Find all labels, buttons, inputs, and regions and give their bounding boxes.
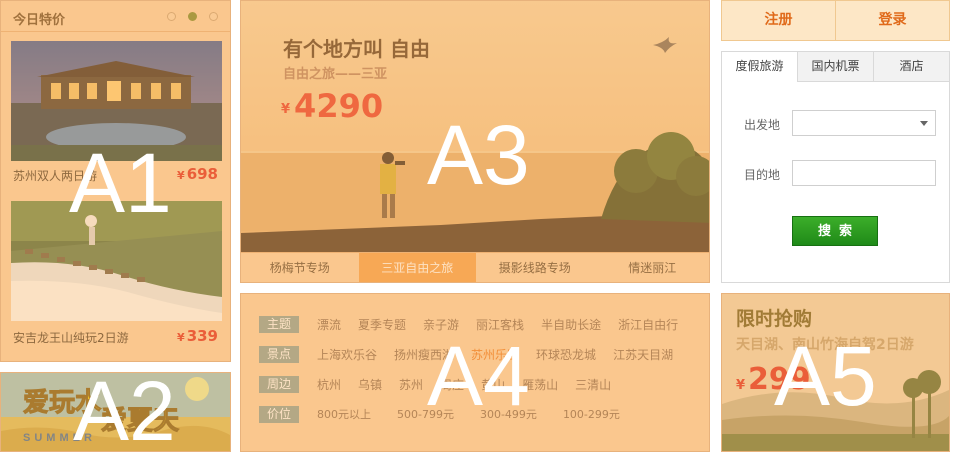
- flash-sale-subtitle: 天目湖、南山竹海自驾2日游: [736, 337, 914, 353]
- filter-link[interactable]: 杭州: [317, 376, 341, 393]
- hero-subhead: 自由之旅——三亚: [283, 67, 388, 82]
- todays-deals-header: 今日特价: [1, 1, 230, 32]
- login-button[interactable]: 登录: [835, 1, 949, 40]
- filter-link[interactable]: 300-499元: [480, 406, 537, 422]
- filter-row-nearby: 周边 杭州 乌镇 苏州 周庄 黄山 雁荡山 三清山: [259, 374, 628, 394]
- hero-tab-lijiang[interactable]: 情迷丽江: [594, 253, 710, 282]
- deal-1-price: ¥698: [177, 165, 218, 183]
- filter-link[interactable]: 黄山: [481, 376, 505, 393]
- flash-sale-price: ¥299: [736, 362, 811, 397]
- summer-promo-banner[interactable]: 爱玩水 爱夏天 SUMMER A2: [0, 372, 231, 452]
- deal-2-image[interactable]: [11, 201, 222, 321]
- filter-link[interactable]: 苏州: [399, 376, 423, 393]
- filter-tag-nearby: 周边: [259, 375, 299, 393]
- deal-1-name[interactable]: 苏州双人两日游: [13, 167, 97, 184]
- carousel-dot-1[interactable]: [167, 12, 176, 21]
- filter-tag-attractions: 景点: [259, 345, 299, 363]
- hero-tab-sanya[interactable]: 三亚自由之旅: [358, 253, 476, 282]
- filter-link[interactable]: 800元以上: [317, 406, 371, 422]
- filter-link[interactable]: 漂流: [317, 316, 341, 333]
- tab-holiday-travel[interactable]: 度假旅游: [722, 52, 797, 82]
- filter-link[interactable]: 乌镇: [358, 376, 382, 393]
- quick-filter-panel: 主题 漂流 夏季专题 亲子游 丽江客栈 半自助长途 浙江自由行 景点 上海欢乐谷…: [240, 293, 710, 452]
- travel-search-widget: 度假旅游 国内机票 酒店 出发地 目的地 搜索: [721, 51, 950, 283]
- search-tabs: 度假旅游 国内机票 酒店: [722, 52, 949, 82]
- filter-tag-theme: 主题: [259, 315, 299, 333]
- hero-price: ¥4290: [281, 87, 384, 125]
- filter-row-price: 价位 800元以上 500-799元 300-499元 100-299元: [259, 404, 646, 424]
- filter-link[interactable]: 周庄: [440, 376, 464, 393]
- filter-link[interactable]: 100-299元: [563, 406, 620, 422]
- filter-row-attractions: 景点 上海欢乐谷 扬州瘦西湖 苏州乐园 环球恐龙城 江苏天目湖: [259, 344, 690, 364]
- flash-sale-title: 限时抢购: [736, 308, 813, 330]
- todays-deals-panel: 今日特价 苏州双人两日游 ¥698 安吉龙王山纯玩2日游 ¥ 339 A1: [0, 0, 231, 362]
- hero-headline: 有个地方叫 自由: [283, 37, 430, 61]
- filter-link[interactable]: 雁荡山: [522, 376, 558, 393]
- todays-deals-title: 今日特价: [13, 13, 66, 28]
- carousel-dots: [167, 12, 218, 21]
- filter-row-theme: 主题 漂流 夏季专题 亲子游 丽江客栈 半自助长途 浙江自由行: [259, 314, 695, 334]
- auth-bar: 注册 登录: [721, 0, 950, 41]
- departure-label: 出发地: [744, 118, 781, 132]
- deal-2-price: ¥339: [177, 327, 218, 345]
- tab-hotels[interactable]: 酒店: [873, 52, 949, 82]
- filter-link[interactable]: 苏州乐园: [471, 346, 519, 363]
- flash-sale-panel[interactable]: 限时抢购 天目湖、南山竹海自驾2日游 ¥299 A5: [721, 293, 950, 452]
- summer-banner-art: 爱玩水 爱夏天 SUMMER: [1, 373, 230, 451]
- search-button[interactable]: 搜索: [792, 216, 878, 246]
- filter-link[interactable]: 亲子游: [423, 316, 459, 333]
- deal-2-name[interactable]: 安吉龙王山纯玩2日游: [13, 329, 129, 346]
- filter-link[interactable]: 夏季专题: [358, 316, 406, 333]
- hero-tab-photography[interactable]: 摄影线路专场: [476, 253, 594, 282]
- tab-domestic-flights[interactable]: 国内机票: [797, 52, 873, 82]
- departure-select[interactable]: [792, 110, 936, 136]
- filter-link[interactable]: 半自助长途: [541, 316, 601, 333]
- deal-1-image[interactable]: [11, 41, 222, 161]
- filter-link[interactable]: 500-799元: [397, 406, 454, 422]
- carousel-dot-3[interactable]: [209, 12, 218, 21]
- banner-sub-text: SUMMER: [23, 432, 96, 444]
- register-button[interactable]: 注册: [722, 1, 835, 40]
- banner-text-2: 爱夏天: [101, 406, 179, 436]
- banner-text-1: 爱玩水: [23, 388, 102, 418]
- hero-carousel: 有个地方叫 自由 自由之旅——三亚 ¥4290 杨梅节专场 三亚自由之旅 摄影线…: [240, 0, 710, 283]
- filter-tag-price: 价位: [259, 405, 299, 423]
- filter-link[interactable]: 浙江自由行: [618, 316, 678, 333]
- filter-link[interactable]: 环球恐龙城: [536, 346, 596, 363]
- carousel-dot-2[interactable]: [188, 12, 197, 21]
- filter-link[interactable]: 扬州瘦西湖: [394, 346, 454, 363]
- filter-link[interactable]: 江苏天目湖: [613, 346, 673, 363]
- hero-tab-yangmei[interactable]: 杨梅节专场: [241, 253, 359, 282]
- chevron-down-icon: [920, 121, 928, 126]
- filter-link[interactable]: 上海欢乐谷: [317, 346, 377, 363]
- destination-label: 目的地: [744, 168, 781, 182]
- hero-tabs: 杨梅节专场 三亚自由之旅 摄影线路专场 情迷丽江: [241, 252, 710, 282]
- filter-link[interactable]: 三清山: [575, 376, 611, 393]
- destination-input[interactable]: [792, 160, 936, 186]
- filter-link[interactable]: 丽江客栈: [476, 316, 524, 333]
